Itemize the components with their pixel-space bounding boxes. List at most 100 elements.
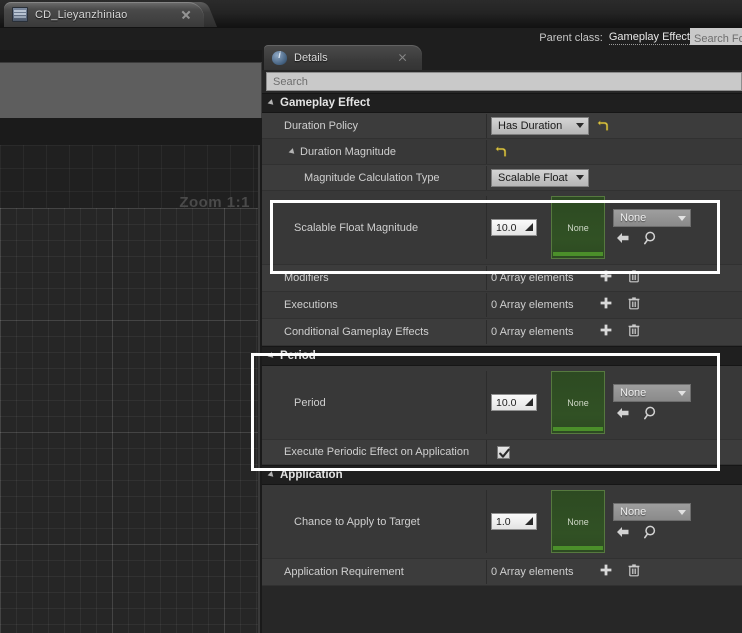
asset-thumbnail-label: None [567,397,589,408]
asset-picker-chance-to-apply-to-target: None [613,503,691,540]
browse-magnifier-icon[interactable] [643,405,659,421]
asset-dropdown-value: None [620,212,647,224]
dropdown-duration-policy[interactable]: Has Duration [491,116,589,135]
property-label-modifiers: Modifiers [284,272,329,284]
asset-dropdown-scalable-float-magnitude[interactable]: None [613,209,691,227]
asset-thumbnail-chance-to-apply-to-target[interactable]: None [551,490,605,553]
property-row-period: Period 10.0 None None [262,366,742,440]
window-tab-title: CD_Lieyanzhiniao [35,8,128,21]
graph-zoom-label: Zoom 1:1 [179,194,250,211]
trash-icon[interactable] [627,269,641,288]
browse-magnifier-icon[interactable] [643,524,659,540]
array-count-executions: 0 Array elements [491,299,574,311]
unreal-editor-window: CD_Lieyanzhiniao Parent class: Gameplay … [0,0,742,633]
plus-icon[interactable] [599,269,613,288]
chevron-down-icon [576,175,584,180]
plus-icon[interactable] [599,296,613,315]
collapse-arrow-icon[interactable] [267,352,276,360]
details-tab-strip: Details [262,45,742,70]
property-row-execute-periodic-effect-on-application: Execute Periodic Effect on Application [262,440,742,465]
asset-picker-period: None [613,384,691,421]
property-label-executions: Executions [284,299,338,311]
array-count-application-requirement: 0 Array elements [491,566,574,578]
collapse-arrow-icon[interactable] [267,471,276,479]
window-tab-cd-lieyanzhiniao[interactable]: CD_Lieyanzhiniao [4,2,204,27]
plus-icon[interactable] [599,563,613,582]
dropdown-value: Has Duration [498,119,563,132]
drag-handle-icon[interactable] [525,223,533,231]
chevron-down-icon [678,215,686,221]
array-buttons [599,563,641,582]
section-title: Period [280,350,316,362]
parent-class-link[interactable]: Gameplay Effect [608,31,690,45]
graph-grid-main [0,208,258,633]
property-value-duration-magnitude [486,139,742,164]
close-icon[interactable] [396,51,410,65]
dropdown-value: Scalable Float [498,171,568,184]
window-title-bar: CD_Lieyanzhiniao [0,0,742,28]
property-row-conditional-gameplay-effects: Conditional Gameplay Effects 0 Array elem… [262,319,742,346]
asset-dropdown-value: None [620,387,647,399]
chevron-down-icon [678,390,686,396]
collapse-arrow-icon[interactable] [267,99,276,107]
property-row-duration-magnitude: Duration Magnitude [262,139,742,165]
graph-editor-viewport[interactable]: Zoom 1:1 [0,145,260,633]
my-blueprint-panel[interactable] [0,62,262,120]
section-header-period: Period [262,346,742,366]
property-value-period: 10.0 None None [486,371,742,434]
property-label-application-requirement: Application Requirement [284,566,404,578]
asset-thumbnail-label: None [567,516,589,527]
drag-handle-icon[interactable] [525,517,533,525]
expand-arrow-icon[interactable] [288,147,297,156]
property-label-execute-periodic-effect-on-application: Execute Periodic Effect on Application [284,446,470,458]
property-value-magnitude-calculation-type: Scalable Float [486,165,742,190]
property-row-scalable-float-magnitude: Scalable Float Magnitude 10.0 None None [262,191,742,265]
browse-magnifier-icon[interactable] [643,230,659,246]
tab-details[interactable]: Details [264,45,422,70]
dropdown-magnitude-calculation-type[interactable]: Scalable Float [491,168,589,187]
chevron-down-icon [678,509,686,515]
reset-arrow-icon[interactable] [597,119,609,132]
plus-icon[interactable] [599,323,613,342]
number-value: 10.0 [496,221,517,234]
number-input-scalable-float-magnitude[interactable]: 10.0 [491,219,537,236]
asset-buttons [613,524,691,540]
back-arrow-icon[interactable] [615,230,631,246]
asset-dropdown-chance-to-apply-to-target[interactable]: None [613,503,691,521]
property-row-duration-policy: Duration Policy Has Duration [262,113,742,139]
property-value-application-requirement: 0 Array elements [486,560,742,584]
asset-thumbnail-scalable-float-magnitude[interactable]: None [551,196,605,259]
section-title: Application [280,469,343,481]
number-input-chance-to-apply-to-target[interactable]: 1.0 [491,513,537,530]
number-value: 10.0 [496,396,517,409]
reset-arrow-icon[interactable] [495,145,507,158]
property-row-magnitude-calculation-type: Magnitude Calculation Type Scalable Float [262,165,742,191]
property-label-duration-policy: Duration Policy [284,119,358,132]
close-icon[interactable] [178,7,194,23]
asset-dropdown-period[interactable]: None [613,384,691,402]
details-search-input[interactable]: Search [266,72,742,91]
number-input-period[interactable]: 10.0 [491,394,537,411]
back-arrow-icon[interactable] [615,524,631,540]
details-tab-label: Details [294,51,328,64]
chevron-down-icon [576,123,584,128]
details-search-placeholder: Search [273,75,308,88]
checkbox-execute-periodic-effect-on-application[interactable] [497,445,510,459]
drag-handle-icon[interactable] [525,398,533,406]
asset-dropdown-value: None [620,506,647,518]
trash-icon[interactable] [627,563,641,582]
property-label-magnitude-calculation-type: Magnitude Calculation Type [304,171,440,184]
property-label-duration-magnitude: Duration Magnitude [262,146,486,158]
back-arrow-icon[interactable] [615,405,631,421]
property-value-execute-periodic-effect-on-application [486,440,742,464]
property-value-executions: 0 Array elements [486,293,742,317]
property-value-duration-policy: Has Duration [486,113,742,138]
pane-divider [0,118,262,145]
property-label-period: Period [294,396,326,409]
trash-icon[interactable] [627,323,641,342]
asset-thumbnail-period[interactable]: None [551,371,605,434]
section-header-gameplay-effect: Gameplay Effect [262,93,742,113]
trash-icon[interactable] [627,296,641,315]
property-row-modifiers: Modifiers 0 Array elements [262,265,742,292]
toolbar-search-placeholder: Search Fo [694,32,742,45]
